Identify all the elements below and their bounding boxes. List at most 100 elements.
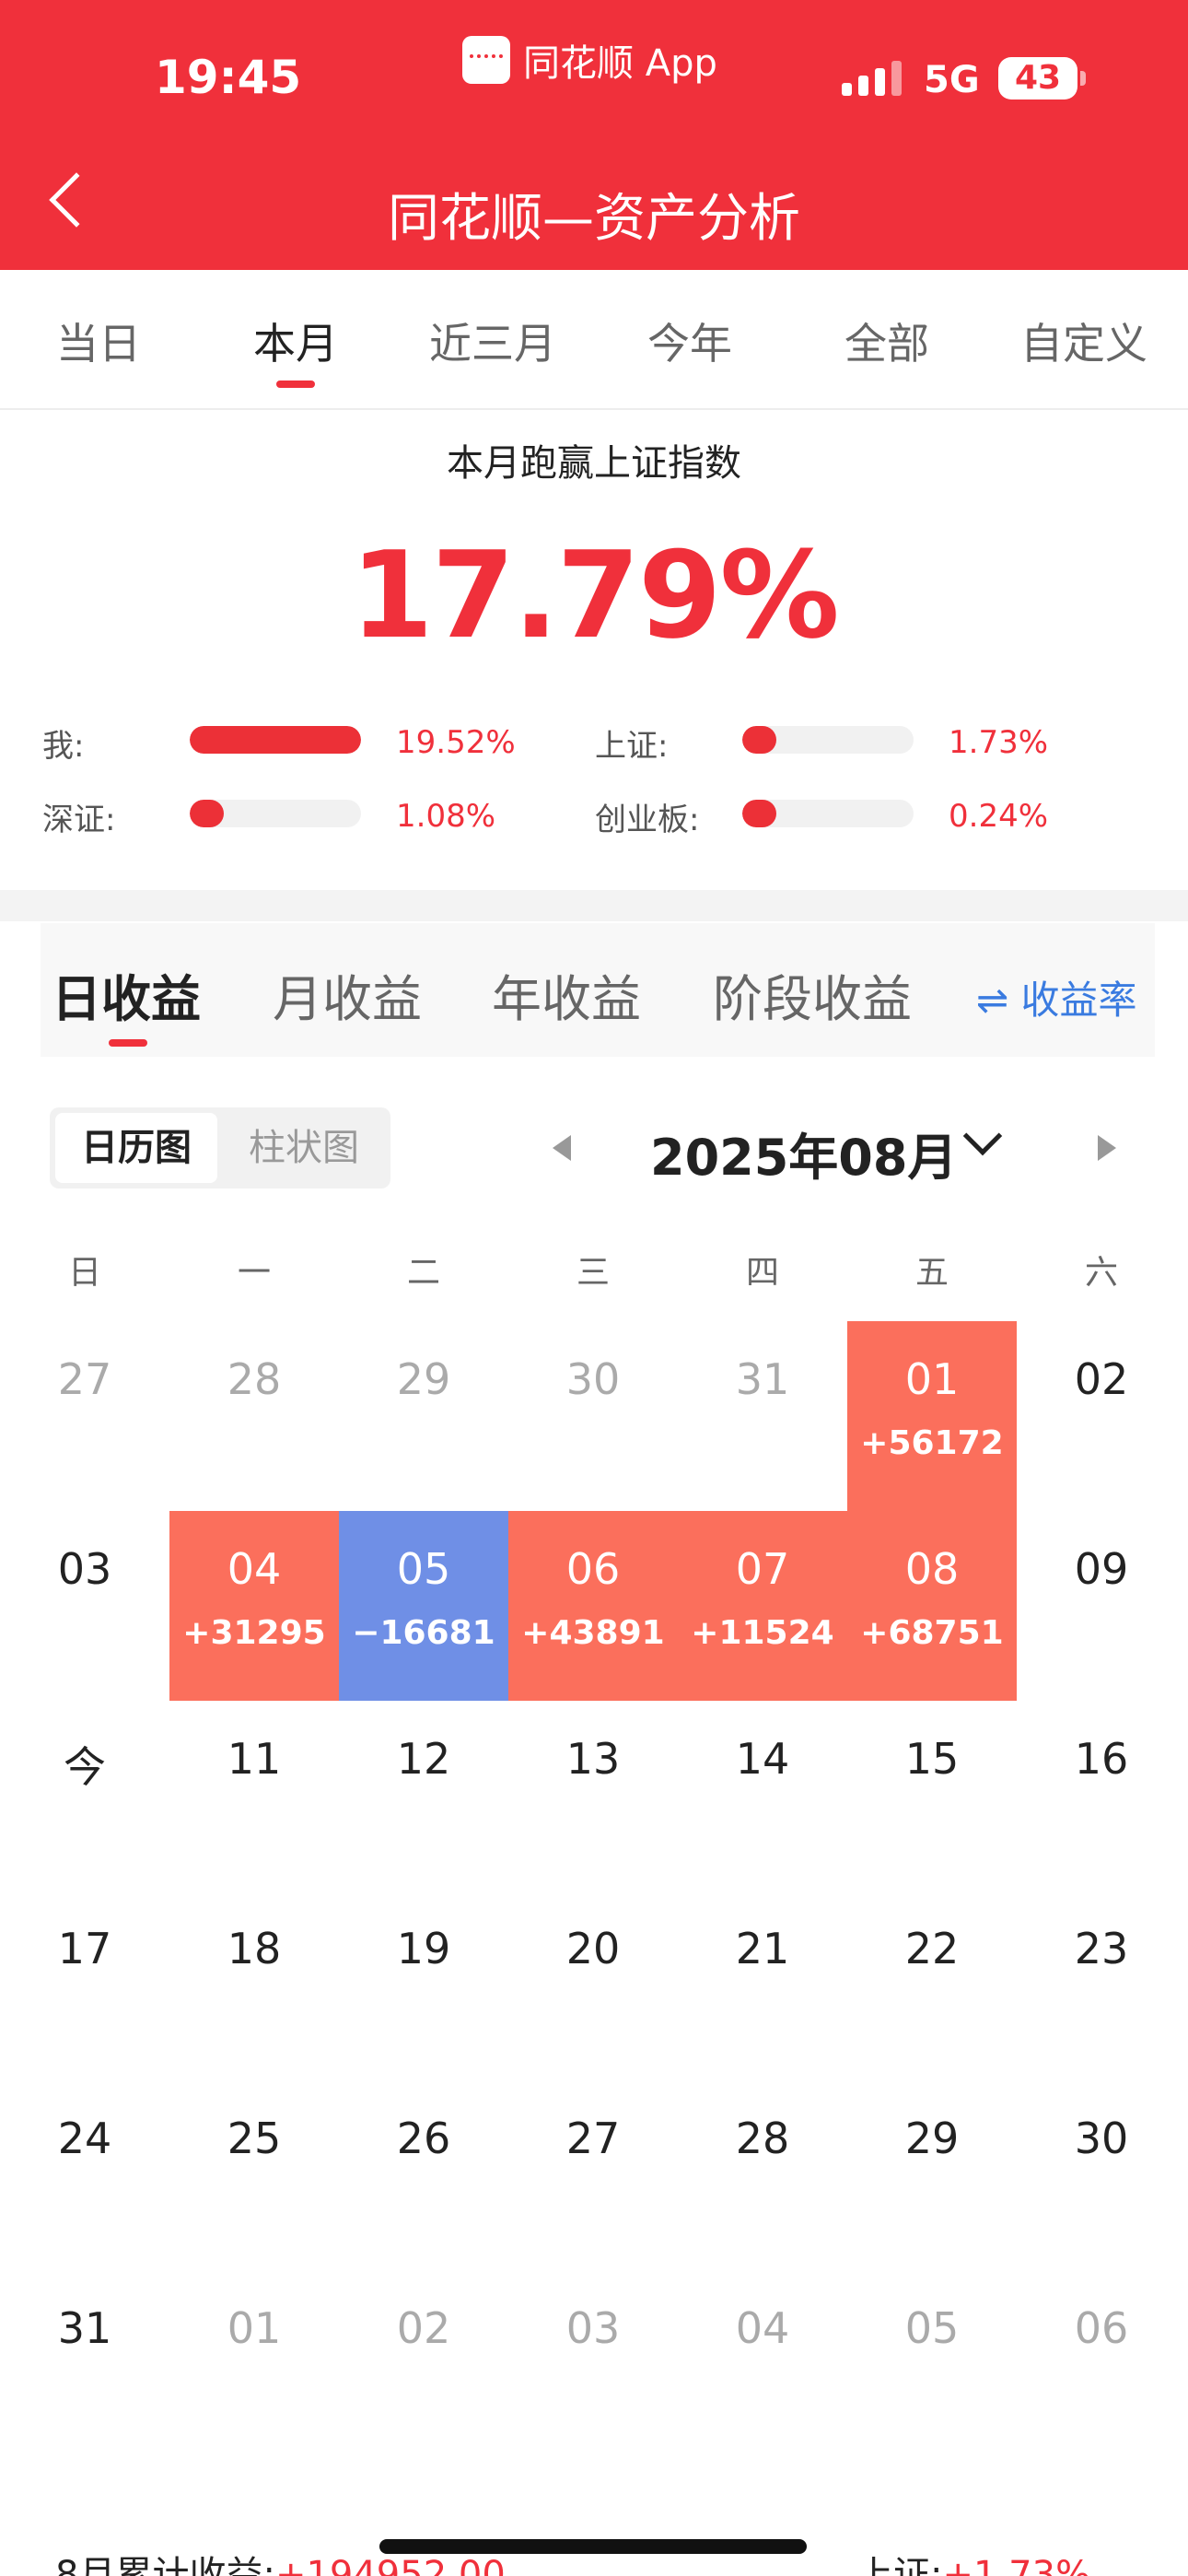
calendar-day-pnl: +68751 bbox=[860, 1614, 1004, 1652]
calendar-view-button[interactable]: 日历图 bbox=[55, 1113, 217, 1183]
calendar-day[interactable]: 22 bbox=[847, 1891, 1017, 2080]
calendar-day[interactable]: 05 −16681 bbox=[339, 1511, 508, 1701]
view-toggle: 日历图 柱状图 bbox=[50, 1107, 390, 1188]
calendar-day[interactable]: 27 bbox=[508, 2080, 678, 2270]
calendar-day[interactable]: 29 bbox=[847, 2080, 1017, 2270]
calendar-day-number: 07 bbox=[735, 1544, 790, 1594]
compare-label-shenzhen: 深证: bbox=[42, 802, 116, 838]
calendar-day[interactable]: 28 bbox=[678, 2080, 847, 2270]
calendar-day[interactable]: 05 bbox=[847, 2270, 1017, 2460]
calendar-day[interactable]: 12 bbox=[339, 1701, 508, 1891]
tab-daily-income[interactable]: 日收益 bbox=[52, 958, 201, 1031]
calendar-day[interactable]: 03 bbox=[0, 1511, 169, 1701]
calendar-day[interactable]: 21 bbox=[678, 1891, 847, 2080]
calendar-day[interactable]: 25 bbox=[169, 2080, 339, 2270]
compare-value-shenzhen: 1.08% bbox=[396, 798, 496, 835]
calendar-day-number: 30 bbox=[565, 1354, 621, 1404]
calendar-day[interactable]: 01 +56172 bbox=[847, 1321, 1017, 1511]
compare-label-me: 我: bbox=[42, 728, 85, 765]
calendar-day[interactable]: 今 bbox=[0, 1701, 169, 1891]
yield-rate-toggle[interactable]: ⇌ 收益率 bbox=[976, 969, 1137, 1025]
section-divider bbox=[0, 890, 1188, 921]
prev-month-icon[interactable] bbox=[553, 1135, 571, 1161]
calendar-day[interactable]: 14 bbox=[678, 1701, 847, 1891]
calendar-day-number: 26 bbox=[396, 2113, 451, 2163]
calendar-day[interactable]: 01 bbox=[169, 2270, 339, 2460]
calendar-day-number: 15 bbox=[904, 1734, 960, 1784]
chevron-down-icon[interactable] bbox=[962, 1116, 1003, 1156]
month-selector[interactable]: 2025年08月 bbox=[650, 1117, 957, 1189]
calendar-day[interactable]: 18 bbox=[169, 1891, 339, 2080]
calendar-day-number: 12 bbox=[396, 1734, 451, 1784]
tab-period-year[interactable]: 今年 bbox=[607, 310, 773, 371]
tab-period-three-months[interactable]: 近三月 bbox=[410, 310, 576, 371]
calendar-day-number: 09 bbox=[1074, 1544, 1129, 1594]
calendar-day[interactable]: 28 bbox=[169, 1321, 339, 1511]
tab-period-income[interactable]: 阶段收益 bbox=[713, 958, 912, 1031]
calendar-day[interactable]: 30 bbox=[1017, 2080, 1186, 2270]
calendar-day[interactable]: 29 bbox=[339, 1321, 508, 1511]
month-total-value: +194952.00 bbox=[274, 2554, 506, 2576]
calendar-day[interactable]: 06 +43891 bbox=[508, 1511, 678, 1701]
calendar-day[interactable]: 17 bbox=[0, 1891, 169, 2080]
calendar-day[interactable]: 07 +11524 bbox=[678, 1511, 847, 1701]
calendar-day[interactable]: 15 bbox=[847, 1701, 1017, 1891]
compare-label-chinext: 创业板: bbox=[595, 802, 700, 838]
calendar-day[interactable]: 08 +68751 bbox=[847, 1511, 1017, 1701]
calendar-day-number: 20 bbox=[565, 1924, 621, 1973]
calendar-day[interactable]: 20 bbox=[508, 1891, 678, 2080]
calendar-day[interactable]: 30 bbox=[508, 1321, 678, 1511]
calendar-day-number: 17 bbox=[57, 1924, 112, 1973]
calendar-day-pnl: −16681 bbox=[352, 1614, 495, 1652]
battery-icon: 43 bbox=[998, 57, 1077, 100]
calendar-day[interactable]: 02 bbox=[1017, 1321, 1186, 1511]
calendar-day-number: 11 bbox=[227, 1734, 282, 1784]
calendar-day[interactable]: 04 bbox=[678, 2270, 847, 2460]
compare-bar-shanghai bbox=[742, 726, 914, 754]
calendar-day[interactable]: 19 bbox=[339, 1891, 508, 2080]
calendar-day[interactable]: 03 bbox=[508, 2270, 678, 2460]
calendar-day[interactable]: 13 bbox=[508, 1701, 678, 1891]
tab-period-month[interactable]: 本月 bbox=[213, 310, 379, 371]
calendar-day[interactable]: 11 bbox=[169, 1701, 339, 1891]
calendar-day-number: 06 bbox=[1074, 2303, 1129, 2353]
tab-period-custom[interactable]: 自定义 bbox=[1001, 310, 1167, 371]
tab-monthly-income[interactable]: 月收益 bbox=[273, 958, 422, 1031]
calendar-day[interactable]: 26 bbox=[339, 2080, 508, 2270]
tab-period-all[interactable]: 全部 bbox=[804, 310, 970, 371]
calendar-day[interactable]: 27 bbox=[0, 1321, 169, 1511]
weekday-thu: 四 bbox=[745, 1254, 779, 1292]
calendar-day[interactable]: 24 bbox=[0, 2080, 169, 2270]
calendar-day-number: 02 bbox=[396, 2303, 451, 2353]
calendar-day-number: 28 bbox=[227, 1354, 282, 1404]
calendar-day[interactable]: 04 +31295 bbox=[169, 1511, 339, 1701]
app-header: 19:45 同花顺 App 5G 43 同花顺—资产分析 bbox=[0, 0, 1188, 270]
calendar-day-number: 18 bbox=[227, 1924, 282, 1973]
active-tab-indicator bbox=[276, 381, 315, 388]
weekday-tue: 二 bbox=[406, 1254, 440, 1292]
month-total-label: 8月累计收益: bbox=[55, 2554, 275, 2576]
calendar-day-pnl: +56172 bbox=[860, 1424, 1004, 1462]
calendar-day-number: 22 bbox=[904, 1924, 960, 1973]
tab-period-day[interactable]: 当日 bbox=[16, 310, 181, 371]
calendar-day[interactable]: 23 bbox=[1017, 1891, 1186, 2080]
calendar-day[interactable]: 31 bbox=[678, 1321, 847, 1511]
calendar-day-number: 13 bbox=[565, 1734, 621, 1784]
bar-view-button[interactable]: 柱状图 bbox=[223, 1113, 385, 1183]
network-type: 5G bbox=[924, 59, 980, 101]
calendar-day-number: 01 bbox=[904, 1354, 960, 1404]
calendar-day-number: 今 bbox=[64, 1742, 106, 1792]
calendar-day-number: 19 bbox=[396, 1924, 451, 1973]
beat-index-title: 本月跑赢上证指数 bbox=[447, 442, 741, 485]
calendar-day[interactable]: 06 bbox=[1017, 2270, 1186, 2460]
app-name: 同花顺 App bbox=[523, 42, 717, 85]
calendar-day-number: 25 bbox=[227, 2113, 282, 2163]
calendar-day[interactable]: 09 bbox=[1017, 1511, 1186, 1701]
tab-yearly-income[interactable]: 年收益 bbox=[492, 958, 641, 1031]
calendar-day[interactable]: 16 bbox=[1017, 1701, 1186, 1891]
next-month-icon[interactable] bbox=[1098, 1135, 1116, 1161]
calendar-day[interactable]: 31 bbox=[0, 2270, 169, 2460]
app-indicator[interactable]: 同花顺 App bbox=[462, 33, 717, 87]
beat-index-value: 17.79% bbox=[350, 525, 839, 665]
calendar-day[interactable]: 02 bbox=[339, 2270, 508, 2460]
